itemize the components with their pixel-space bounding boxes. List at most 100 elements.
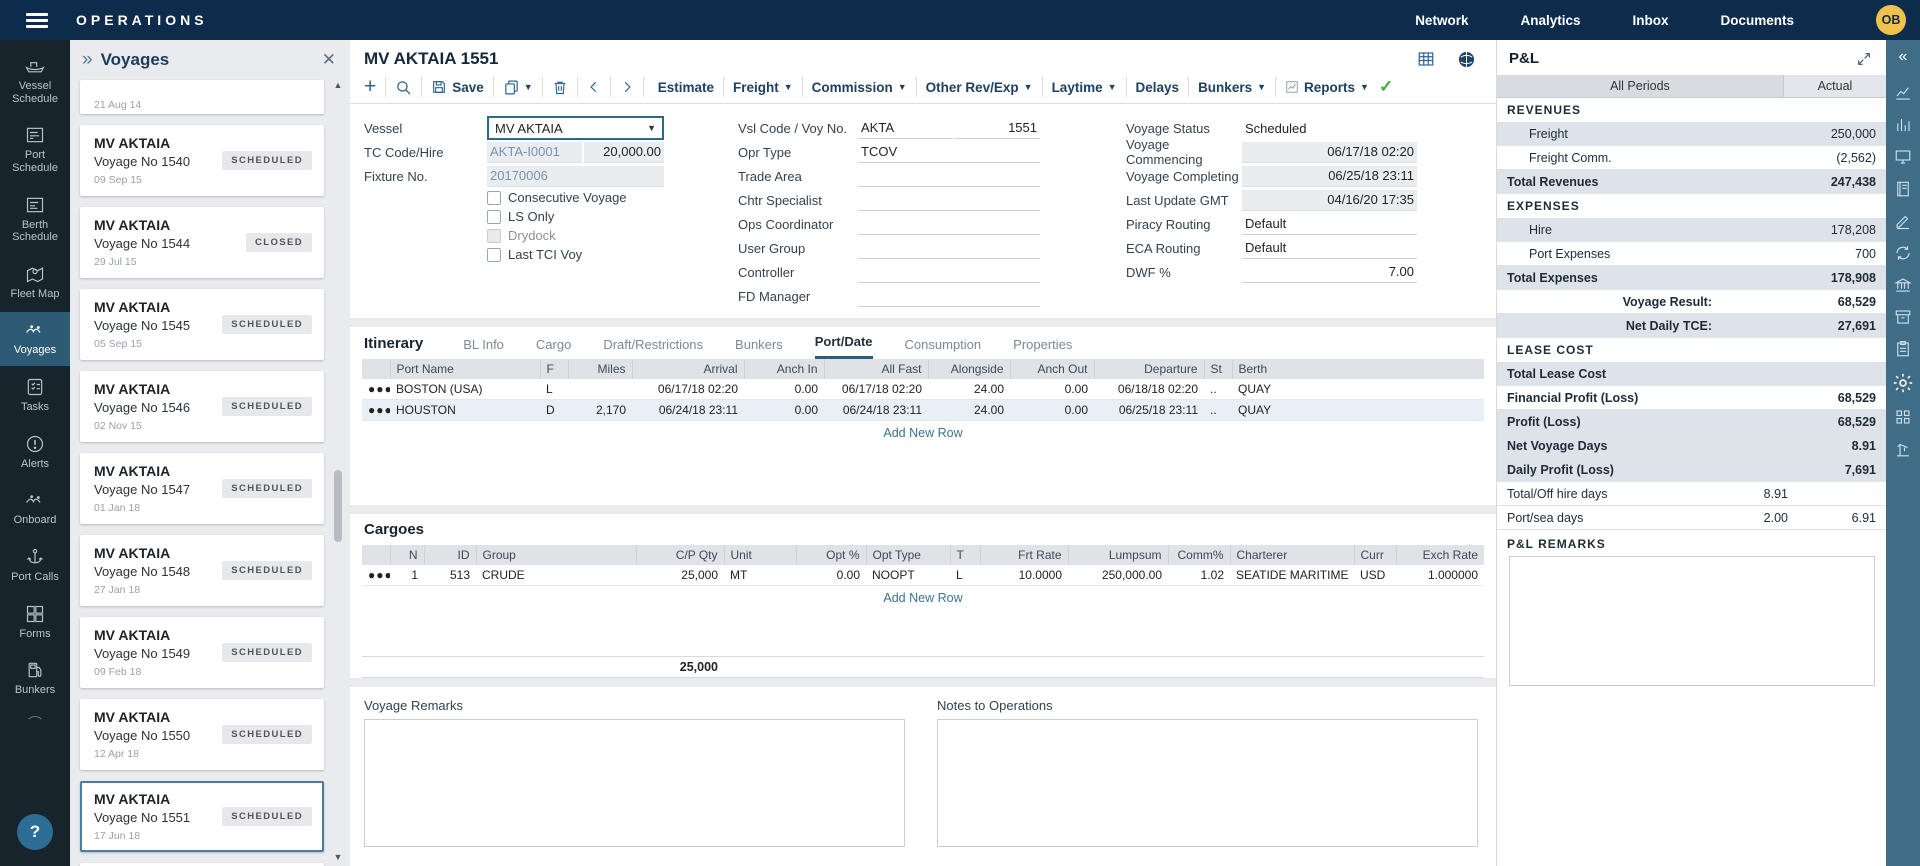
search-icon[interactable]	[395, 79, 412, 96]
pnl-remarks-input[interactable]	[1509, 556, 1875, 686]
voyage-card[interactable]: MV AKTAIA Voyage No 1550 12 Apr 18 SCHED…	[80, 699, 324, 770]
monitor-icon[interactable]	[1894, 148, 1912, 166]
row-menu-icon[interactable]: ●●●	[362, 400, 390, 421]
cargo-row[interactable]: ●●● 1 513 CRUDE 25,000 MT 0.00 NOOPT L 1…	[362, 565, 1484, 586]
save-button[interactable]: Save	[431, 79, 484, 95]
user-avatar[interactable]: OB	[1876, 5, 1906, 35]
voyage-card[interactable]: MV AKTAIA Voyage No 1548 27 Jan 18 SCHED…	[80, 535, 324, 606]
prev-record-button[interactable]	[587, 79, 601, 95]
sidebar-item-onboard[interactable]: Onboard	[0, 482, 70, 536]
last-tci-voy-checkbox[interactable]: Last TCI Voy	[487, 245, 664, 264]
expand-icon[interactable]	[1856, 51, 1872, 67]
clipboard-icon[interactable]	[1894, 340, 1912, 358]
scrollbar-thumb[interactable]	[334, 470, 342, 542]
tab-cargo[interactable]: Cargo	[536, 337, 571, 359]
sync-icon[interactable]	[1894, 244, 1912, 262]
row-menu-icon[interactable]: ●●●	[362, 565, 390, 586]
tab-port-date[interactable]: Port/Date	[815, 334, 873, 359]
laytime-menu[interactable]: Laytime▼	[1052, 80, 1117, 95]
voyage-remarks-input[interactable]	[364, 719, 905, 847]
nav-inbox[interactable]: Inbox	[1632, 13, 1668, 28]
next-record-button[interactable]	[620, 79, 634, 95]
reports-menu[interactable]: Reports▼	[1285, 80, 1369, 95]
chtr-specialist-field[interactable]	[858, 190, 1040, 211]
tab-draft-restrictions[interactable]: Draft/Restrictions	[603, 337, 703, 359]
voyage-card[interactable]: MV AKTAIA Voyage No 1546 02 Nov 15 SCHED…	[80, 371, 324, 442]
checkbox-icon[interactable]	[487, 191, 501, 205]
tab-consumption[interactable]: Consumption	[905, 337, 982, 359]
nav-analytics[interactable]: Analytics	[1520, 13, 1580, 28]
close-icon[interactable]: ✕	[322, 50, 336, 70]
voyage-card[interactable]: MV AKTAIA Voyage No 1549 09 Feb 18 SCHED…	[80, 617, 324, 688]
notes-to-operations-input[interactable]	[937, 719, 1478, 847]
line-chart-icon[interactable]	[1894, 84, 1912, 102]
consecutive-voyage-checkbox[interactable]: Consecutive Voyage	[487, 188, 664, 207]
tab-properties[interactable]: Properties	[1013, 337, 1072, 359]
ls-only-checkbox[interactable]: LS Only	[487, 207, 664, 226]
tab-bunkers[interactable]: Bunkers	[735, 337, 783, 359]
voyage-list-scrollbar[interactable]: ▲ ▼	[331, 78, 345, 862]
controller-field[interactable]	[858, 262, 1040, 283]
collapse-panel-icon[interactable]: »	[82, 49, 93, 71]
nav-network[interactable]: Network	[1415, 13, 1468, 28]
sidebar-item-forms[interactable]: Forms	[0, 596, 70, 650]
globe-icon[interactable]	[1457, 50, 1476, 69]
opr-type-field[interactable]: TCOV	[858, 142, 1040, 163]
help-button[interactable]: ?	[17, 814, 53, 850]
pnl-tab-all-periods[interactable]: All Periods	[1497, 75, 1784, 97]
tab-bl-info[interactable]: BL Info	[463, 337, 504, 359]
other-rev-exp-menu[interactable]: Other Rev/Exp▼	[926, 80, 1033, 95]
eca-routing-field[interactable]: Default	[1242, 238, 1417, 259]
checkbox-icon[interactable]	[487, 248, 501, 262]
sidebar-item-voyages[interactable]: Voyages	[0, 312, 70, 366]
add-button[interactable]: +	[364, 78, 376, 96]
pnl-tab-actual[interactable]: Actual	[1784, 75, 1886, 97]
sidebar-item-alerts[interactable]: Alerts	[0, 426, 70, 480]
voyage-card[interactable]: MV AKTAIA Voyage No 1544 29 Jul 15 CLOSE…	[80, 207, 324, 278]
row-menu-icon[interactable]: ●●●	[362, 379, 390, 400]
tc-code-field[interactable]: AKTA-I0001	[487, 142, 582, 163]
vessel-dropdown[interactable]: MV AKTAIA ▼	[487, 116, 664, 140]
estimate-button[interactable]: Estimate	[658, 80, 714, 95]
trade-area-field[interactable]	[858, 166, 1040, 187]
user-group-field[interactable]	[858, 238, 1040, 259]
tc-hire-field[interactable]: 20,000.00	[584, 142, 664, 163]
commission-menu[interactable]: Commission▼	[812, 80, 907, 95]
sidebar-item-tasks[interactable]: Tasks	[0, 369, 70, 423]
delete-icon[interactable]	[552, 79, 568, 96]
delays-button[interactable]: Delays	[1136, 80, 1180, 95]
bar-chart-icon[interactable]	[1894, 116, 1912, 134]
archive-box-icon[interactable]	[1894, 308, 1912, 326]
fd-manager-field[interactable]	[858, 286, 1040, 307]
ops-coordinator-field[interactable]	[858, 214, 1040, 235]
apps-grid-icon[interactable]	[1894, 408, 1912, 426]
fixture-no-field[interactable]: 20170006	[487, 166, 664, 187]
bunkers-menu[interactable]: Bunkers▼	[1198, 80, 1266, 95]
piracy-routing-field[interactable]: Default	[1242, 214, 1417, 235]
sidebar-item-bunkers[interactable]: Bunkers	[0, 652, 70, 706]
hamburger-menu-icon[interactable]	[26, 13, 48, 28]
itinerary-add-new-row[interactable]: Add New Row	[362, 421, 1484, 447]
collapse-rail-icon[interactable]: «	[1899, 44, 1908, 70]
sidebar-item-vessel-schedule[interactable]: Vessel Schedule	[0, 48, 70, 114]
sidebar-item-port-schedule[interactable]: Port Schedule	[0, 117, 70, 183]
crane-icon[interactable]	[1894, 440, 1912, 458]
voy-no-field[interactable]: 1551	[955, 118, 1040, 139]
voyage-card[interactable]: MV AKTAIA Voyage No 1545 05 Sep 15 SCHED…	[80, 289, 324, 360]
sidebar-item-fleet-map[interactable]: Fleet Map	[0, 256, 70, 310]
checkbox-icon[interactable]	[487, 210, 501, 224]
scroll-up-arrow[interactable]: ▲	[331, 80, 345, 90]
settings-gear-icon[interactable]	[1892, 372, 1914, 394]
voyage-card[interactable]: MV AKTAIA Voyage No 1551 17 Jun 18 SCHED…	[80, 781, 324, 852]
sidebar-item-port-calls[interactable]: Port Calls	[0, 539, 70, 593]
vsl-code-field[interactable]: AKTA	[858, 118, 953, 139]
nav-documents[interactable]: Documents	[1720, 13, 1794, 28]
scroll-down-arrow[interactable]: ▼	[331, 852, 345, 862]
voyage-card[interactable]: MV AKTAIA Voyage No 1540 09 Sep 15 SCHED…	[80, 125, 324, 196]
freight-menu[interactable]: Freight▼	[733, 80, 793, 95]
voyage-card[interactable]: MV AKTAIA Voyage No 1547 01 Jan 18 SCHED…	[80, 453, 324, 524]
ledger-icon[interactable]	[1894, 180, 1912, 198]
copy-menu-button[interactable]: ▼	[503, 79, 533, 96]
dwf-pct-field[interactable]: 7.00	[1242, 262, 1417, 283]
voyage-completing-field[interactable]: 06/25/18 23:11	[1242, 166, 1417, 187]
